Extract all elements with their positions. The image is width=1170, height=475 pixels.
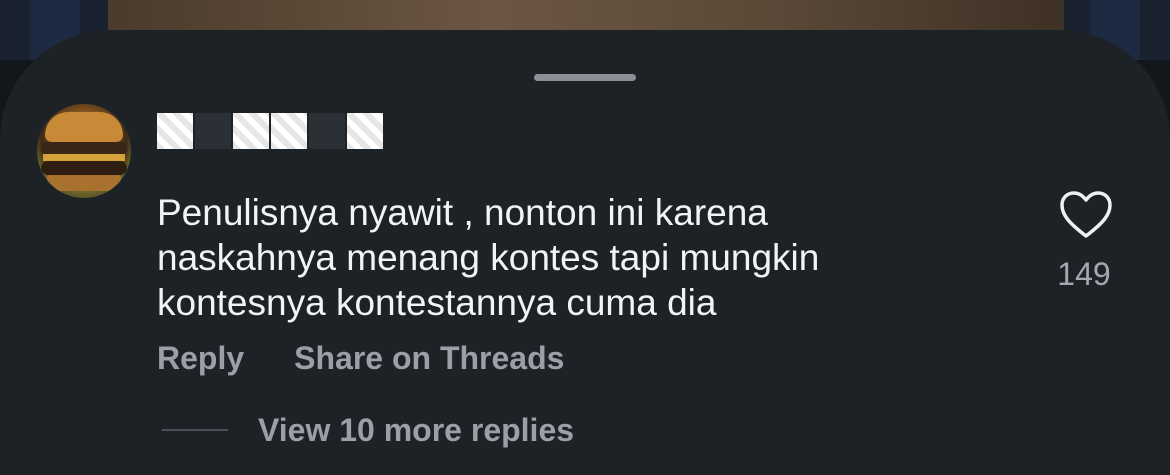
sheet-drag-handle[interactable] <box>534 74 636 81</box>
avatar[interactable] <box>37 104 131 198</box>
redaction-block <box>347 113 383 149</box>
avatar-burger-bottom-bun <box>47 175 121 191</box>
like-control[interactable]: 149 <box>1052 190 1116 300</box>
reply-button[interactable]: Reply <box>157 336 244 380</box>
replies-divider-line <box>162 429 228 431</box>
avatar-burger-cheese <box>43 154 125 161</box>
view-more-replies-button[interactable]: View 10 more replies <box>162 408 574 452</box>
comment-actions: Reply Share on Threads <box>157 336 564 380</box>
redaction-block <box>195 113 231 149</box>
background-video-strip <box>108 0 1064 32</box>
view-more-replies-label: View 10 more replies <box>258 412 575 448</box>
heart-icon[interactable] <box>1059 190 1113 240</box>
comment-username-redacted[interactable] <box>157 111 385 151</box>
comment-text: Penulisnya nyawit , nonton ini karena na… <box>157 192 820 323</box>
avatar-burger-patty-2 <box>41 161 127 175</box>
like-count: 149 <box>1057 256 1111 292</box>
avatar-burger-bun <box>45 112 123 142</box>
redaction-block <box>309 113 345 149</box>
redaction-block <box>233 113 269 149</box>
share-on-threads-button[interactable]: Share on Threads <box>294 336 564 380</box>
redaction-block <box>271 113 307 149</box>
redaction-block <box>157 113 193 149</box>
